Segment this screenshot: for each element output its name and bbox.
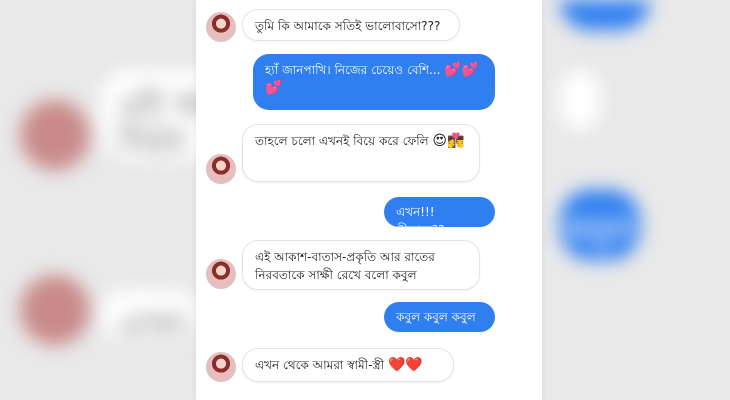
chat-window: তুমি কি আমাকে সতিই ভালোবাসো??? হ্যাঁ জান… (196, 0, 542, 400)
blurred-text: কবুল (565, 211, 634, 251)
message-text: তুমি কি আমাকে সতিই ভালোবাসো??? (255, 19, 441, 33)
incoming-message: তুমি কি আমাকে সতিই ভালোবাসো??? (242, 9, 460, 41)
blurred-text: নিরব (118, 122, 186, 162)
incoming-message: এখন থেকে আমরা স্বামী-স্ত্রী ❤️❤️ (242, 348, 454, 382)
outgoing-message: হ্যাঁ জানপাখি। নিজের চেয়েও বেশি... 💕💕💕 (253, 54, 495, 110)
blurred-bubble (560, 70, 600, 130)
message-text: এখন থেকে আমরা স্বামী-স্ত্রী (255, 358, 385, 372)
incoming-message: তাহলে চলো এখনই বিয়ে করে ফেলি 😍👩‍❤️‍💋‍👨 (242, 124, 480, 182)
contact-avatar (206, 12, 236, 42)
blurred-avatar (20, 275, 90, 345)
outgoing-message: এখন!!! কীভাবে?? (384, 197, 495, 237)
contact-avatar (206, 352, 236, 382)
message-text: হ্যাঁ জানপাখি। নিজের চেয়েও বেশি... (265, 63, 441, 77)
outgoing-message: কবুল কবুল কবুল (384, 302, 495, 332)
blurred-bubble (560, 0, 650, 30)
message-text: তাহলে চলো এখনই বিয়ে করে ফেলি (255, 134, 429, 148)
message-text: কবুল কবুল কবুল (396, 310, 476, 324)
message-text: এখন!!! কীভাবে?? (396, 205, 445, 237)
message-text: এই আকাশ-বাতাস-প্রকৃতি আর রাতের নিরবতাকে … (255, 250, 435, 282)
blurred-text: এখন (118, 306, 187, 346)
couple-emoji: 😍👩‍❤️‍💋‍👨 (432, 133, 465, 149)
blurred-avatar (20, 100, 90, 170)
contact-avatar (206, 259, 236, 289)
hearts-emoji: ❤️❤️ (387, 357, 423, 373)
incoming-message: এই আকাশ-বাতাস-প্রকৃতি আর রাতের নিরবতাকে … (242, 240, 480, 290)
contact-avatar (206, 154, 236, 184)
